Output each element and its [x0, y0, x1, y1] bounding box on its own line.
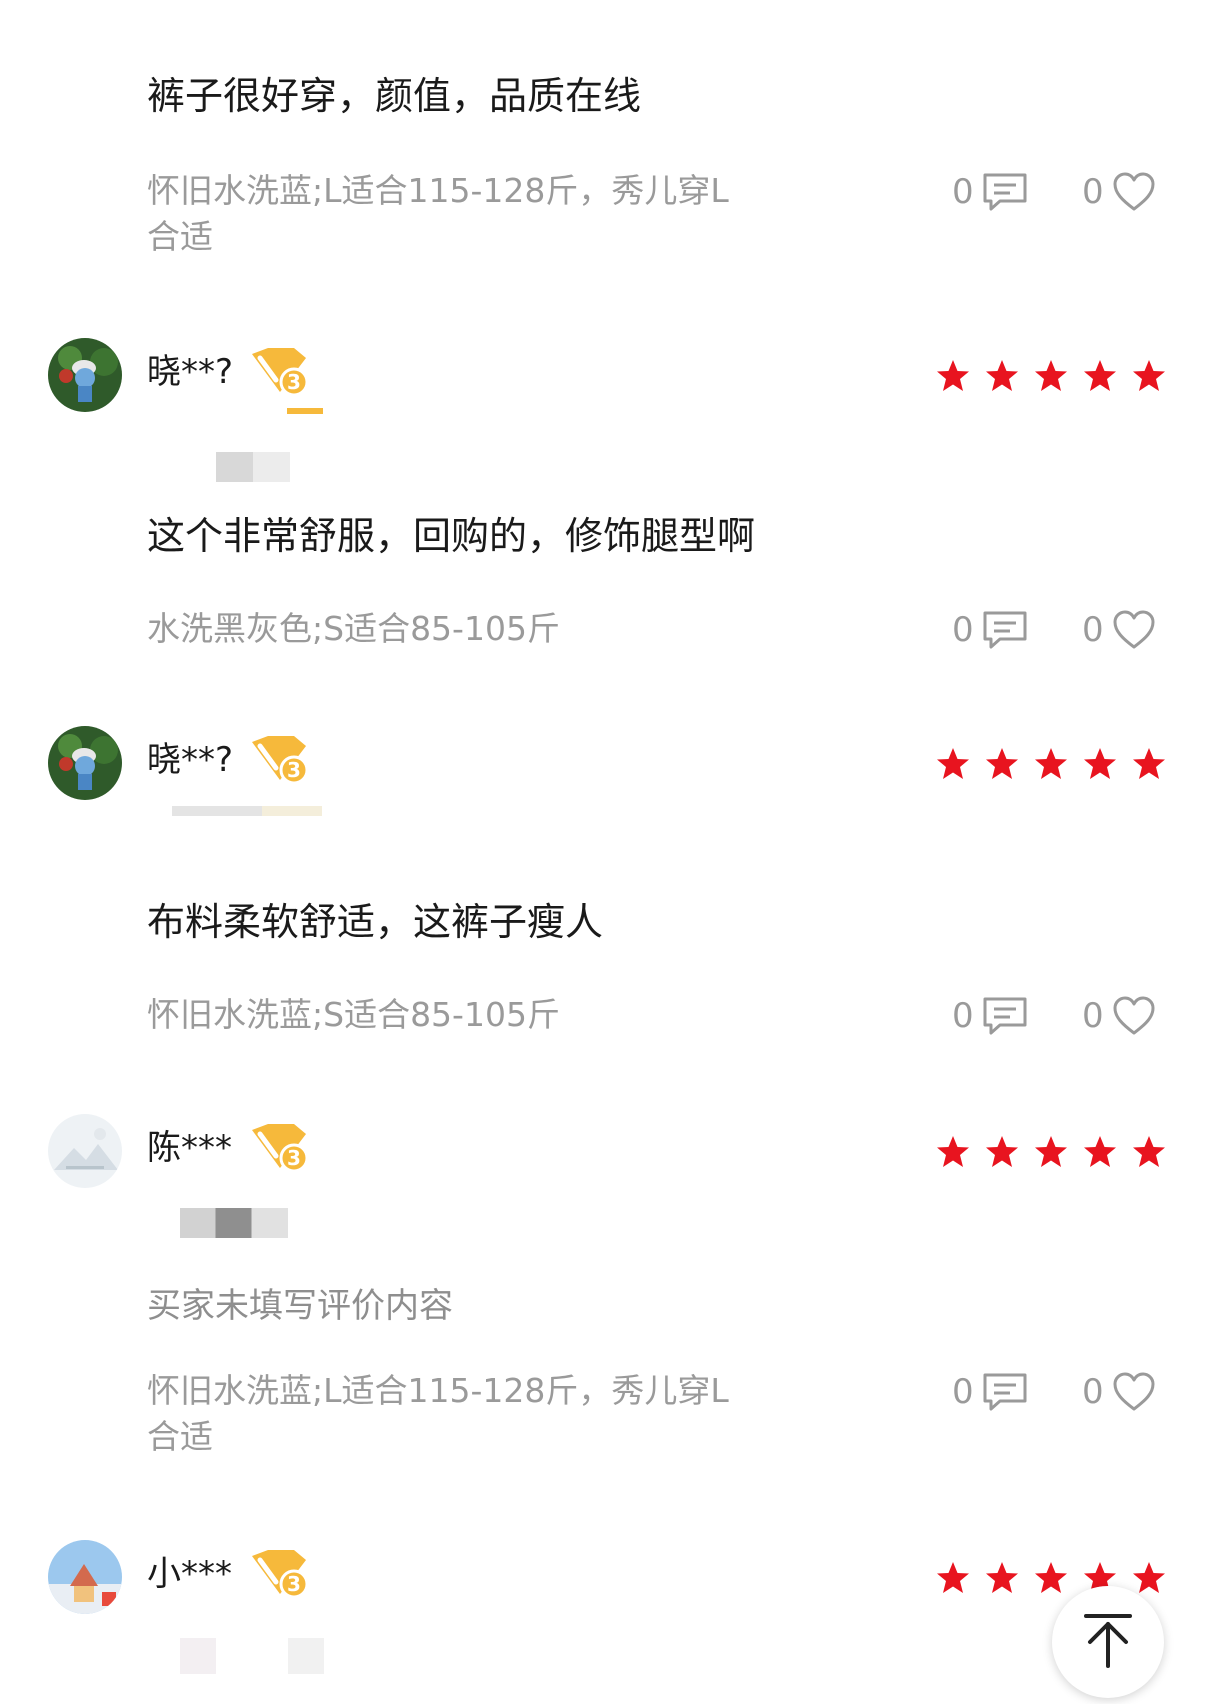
username: 晓**?	[147, 352, 234, 392]
star-icon	[935, 746, 971, 782]
like-count: 0	[1082, 610, 1104, 650]
star-icon	[1131, 1134, 1167, 1170]
avatar[interactable]	[48, 726, 122, 800]
comment-count: 0	[952, 1372, 974, 1412]
heart-icon	[1112, 996, 1156, 1036]
comment-icon	[982, 996, 1028, 1036]
review-text: 布料柔软舒适，这裤子瘦人	[147, 900, 604, 944]
spec-line: 怀旧水洗蓝;L适合115-128斤，秀儿穿L	[147, 171, 729, 210]
comment-button[interactable]: 0	[952, 1368, 1028, 1416]
reviews-page: 裤子很好穿，颜值，品质在线 怀旧水洗蓝;L适合115-128斤，秀儿穿L 合适 …	[0, 0, 1212, 1704]
comment-button[interactable]: 0	[952, 168, 1028, 216]
rating-stars	[935, 1134, 1167, 1170]
star-icon	[984, 746, 1020, 782]
spec-line: 合适	[147, 217, 213, 256]
back-to-top-button[interactable]	[1052, 1586, 1164, 1698]
review-header: 晓**? 3	[0, 336, 1212, 416]
star-icon	[1131, 1560, 1167, 1596]
star-icon	[1082, 1134, 1118, 1170]
review-spec: 怀旧水洗蓝;L适合115-128斤，秀儿穿L 合适	[147, 168, 807, 260]
review-header: 小*** 3	[0, 1538, 1212, 1618]
blurred-date	[216, 452, 290, 482]
star-icon	[935, 1560, 971, 1596]
star-icon	[1033, 1134, 1069, 1170]
like-count: 0	[1082, 172, 1104, 212]
vip-level: 3	[287, 1572, 301, 1596]
star-icon	[935, 1134, 971, 1170]
star-icon	[1033, 1560, 1069, 1596]
star-icon	[1082, 358, 1118, 394]
comment-icon	[982, 610, 1028, 650]
spec-line: 怀旧水洗蓝;S适合85-105斤	[147, 995, 560, 1034]
review-actions: 0 0	[940, 606, 1172, 654]
vip-badge-icon: 3	[246, 732, 312, 788]
review-spec: 水洗黑灰色;S适合85-105斤	[147, 606, 807, 652]
review-text: 这个非常舒服，回购的，修饰腿型啊	[147, 514, 756, 558]
review-actions: 0 0	[940, 992, 1172, 1040]
vip-badge-icon: 3	[246, 344, 312, 400]
spec-line: 水洗黑灰色;S适合85-105斤	[147, 609, 560, 648]
vip-level: 3	[287, 1146, 301, 1170]
review-text: 裤子很好穿，颜值，品质在线	[147, 74, 642, 118]
vip-badge-icon: 3	[246, 1120, 312, 1176]
vip-underline	[287, 408, 323, 414]
avatar[interactable]	[48, 338, 122, 412]
like-count: 0	[1082, 996, 1104, 1036]
star-icon	[984, 1134, 1020, 1170]
heart-icon	[1112, 1372, 1156, 1412]
comment-count: 0	[952, 996, 974, 1036]
blurred-date	[288, 1638, 324, 1674]
review-actions: 0 0	[940, 1368, 1172, 1416]
heart-icon	[1112, 610, 1156, 650]
like-count: 0	[1082, 1372, 1104, 1412]
rating-stars	[935, 746, 1167, 782]
blurred-date	[172, 806, 322, 816]
star-icon	[1131, 746, 1167, 782]
review-actions: 0 0	[940, 168, 1172, 216]
username: 陈***	[147, 1128, 232, 1168]
comment-count: 0	[952, 610, 974, 650]
blurred-date	[180, 1208, 288, 1238]
like-button[interactable]: 0	[1082, 168, 1156, 216]
review-header: 晓**? 3	[0, 724, 1212, 804]
username: 晓**?	[147, 740, 234, 780]
star-icon	[984, 1560, 1020, 1596]
vip-badge-icon: 3	[246, 1546, 312, 1602]
vip-level: 3	[287, 370, 301, 394]
star-icon	[1082, 746, 1118, 782]
vip-level: 3	[287, 758, 301, 782]
comment-button[interactable]: 0	[952, 992, 1028, 1040]
spec-line: 怀旧水洗蓝;L适合115-128斤，秀儿穿L	[147, 1371, 729, 1410]
review-spec: 怀旧水洗蓝;L适合115-128斤，秀儿穿L 合适	[147, 1368, 807, 1460]
heart-icon	[1112, 172, 1156, 212]
spec-line: 合适	[147, 1417, 213, 1456]
comment-count: 0	[952, 172, 974, 212]
review-text: 买家未填写评价内容	[147, 1286, 453, 1326]
rating-stars	[935, 358, 1167, 394]
like-button[interactable]: 0	[1082, 606, 1156, 654]
username: 小***	[147, 1554, 232, 1594]
avatar[interactable]	[48, 1114, 122, 1188]
star-icon	[1033, 358, 1069, 394]
comment-button[interactable]: 0	[952, 606, 1028, 654]
blurred-date	[180, 1638, 216, 1674]
star-icon	[984, 358, 1020, 394]
comment-icon	[982, 172, 1028, 212]
star-icon	[1131, 358, 1167, 394]
comment-icon	[982, 1372, 1028, 1412]
like-button[interactable]: 0	[1082, 992, 1156, 1040]
star-icon	[1033, 746, 1069, 782]
arrow-up-icon	[1078, 1610, 1138, 1674]
review-header: 陈*** 3	[0, 1112, 1212, 1192]
like-button[interactable]: 0	[1082, 1368, 1156, 1416]
review-spec: 怀旧水洗蓝;S适合85-105斤	[147, 992, 807, 1038]
star-icon	[935, 358, 971, 394]
avatar[interactable]	[48, 1540, 122, 1614]
